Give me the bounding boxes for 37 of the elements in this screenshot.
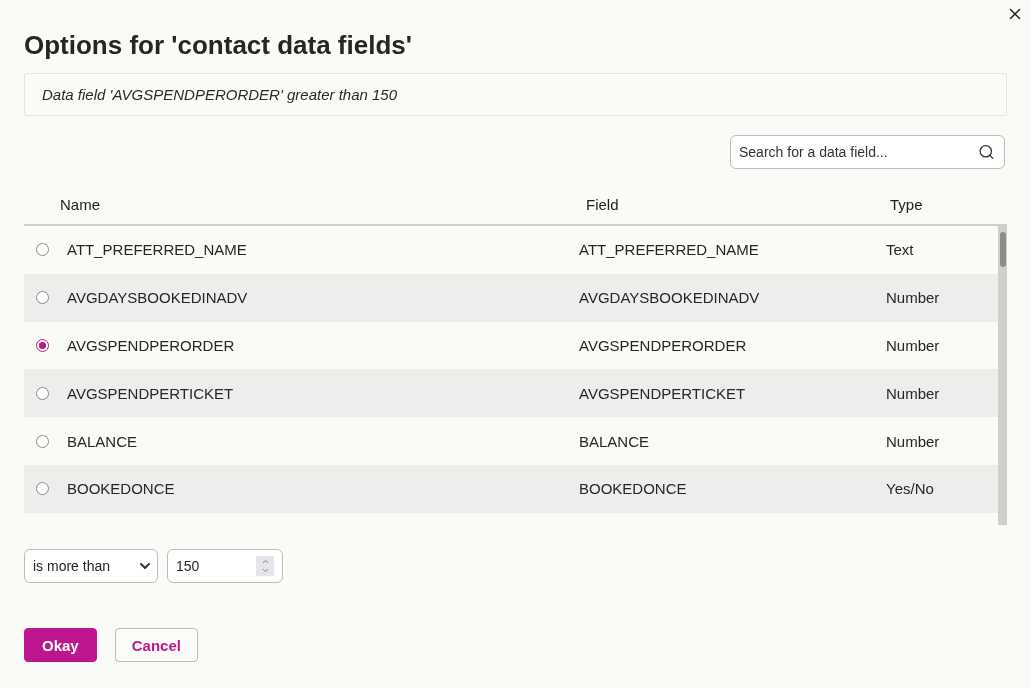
column-header: Type (890, 196, 923, 213)
radio-button[interactable] (36, 291, 49, 305)
scrollbar-thumb[interactable] (999, 232, 1006, 267)
table-cell: ATT_PREFERRED_NAME (67, 241, 247, 259)
radio-button[interactable] (36, 482, 49, 496)
table-cell: BOOKEDONCE (579, 480, 687, 498)
table-cell: BALANCE (579, 432, 650, 450)
dialog-title: Options for 'contact data fields' (24, 29, 412, 61)
condition-summary: Data field 'AVGSPENDPERORDER' greater than 150 (24, 73, 1007, 116)
table-cell: AVGSPENDPERTICKET (67, 384, 234, 402)
number-field[interactable]: 150 (167, 549, 283, 583)
table-cell: AVGDAYSBOOKEDINADV (67, 289, 248, 307)
table-cell: ATT_PREFERRED_NAME (579, 241, 759, 259)
operator-dropdown[interactable]: is more than (24, 549, 158, 583)
table-cell: Number (886, 432, 940, 450)
table-cell: Text (886, 241, 914, 259)
table-cell: BOOKEDONCE (67, 480, 175, 498)
table-cell: BALANCE (67, 432, 138, 450)
cancel-button[interactable]: Cancel (114, 628, 198, 662)
radio-button[interactable] (36, 243, 49, 257)
table-cell: Number (886, 289, 940, 307)
radio-button[interactable] (36, 339, 49, 352)
search-field[interactable]: Search for a data field... (730, 135, 1005, 169)
table-cell: AVGSPENDPERTICKET (579, 384, 746, 402)
column-header: Name (60, 196, 100, 213)
table-cell: Number (886, 384, 940, 402)
column-header: Field (586, 196, 619, 213)
table-cell: Number (886, 337, 940, 354)
radio-button[interactable] (36, 434, 49, 448)
table-cell: Yes/No (886, 480, 934, 498)
table-cell: AVGSPENDPERORDER (579, 337, 747, 354)
spinner-icon[interactable] (256, 556, 274, 576)
search-icon (978, 143, 995, 161)
radio-button[interactable] (36, 386, 49, 400)
okay-button[interactable]: Okay (24, 628, 97, 662)
table-cell: AVGSPENDPERORDER (67, 337, 235, 354)
table-cell: AVGDAYSBOOKEDINADV (579, 289, 760, 307)
